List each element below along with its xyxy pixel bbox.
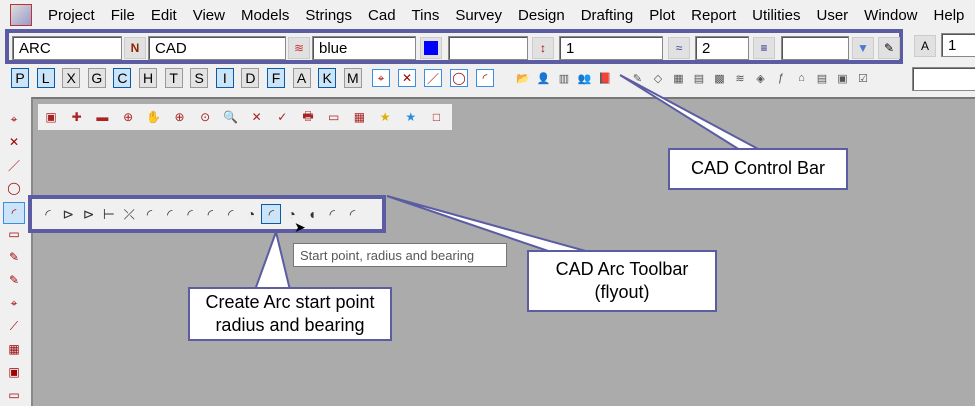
- arc-tool-button[interactable]: ◜: [180, 204, 200, 224]
- callout-create-arc: Create Arc start point radius and bearing: [188, 287, 392, 341]
- arc-tool-button[interactable]: ◜: [343, 204, 363, 224]
- arc-tool-button[interactable]: ⤫: [119, 204, 139, 224]
- arc-tool-button[interactable]: ◜: [322, 204, 342, 224]
- mouse-cursor-icon: ➤: [294, 219, 306, 235]
- cad-arc-toolbar: ◜ ⊳ ⊳ ⊢ ⤫ ◜ ◜ ◜ ◜ ◜ ◔ ◜ ◔ ◖ ◜ ◜ ➤: [28, 195, 386, 235]
- arc-start-radius-bearing-button[interactable]: ◜: [261, 204, 282, 224]
- arc-tool-button[interactable]: ◔: [241, 204, 261, 224]
- tooltip: Start point, radius and bearing: [293, 243, 507, 267]
- arc-tool-button[interactable]: ⊢: [99, 204, 119, 224]
- callout-cad-control-bar: CAD Control Bar: [668, 148, 848, 190]
- callout-text: (flyout): [594, 282, 650, 302]
- callout-cad-arc-toolbar: CAD Arc Toolbar (flyout): [527, 250, 717, 312]
- arc-tool-button[interactable]: ◜: [38, 204, 58, 224]
- callout-text: Create Arc start point: [205, 291, 375, 312]
- arc-tool-button[interactable]: ◜: [160, 204, 180, 224]
- arc-tool-button[interactable]: ⊳: [79, 204, 99, 224]
- arc-tool-button[interactable]: ◜: [200, 204, 220, 224]
- callout-text: radius and bearing: [215, 315, 365, 335]
- callout-text: CAD Arc Toolbar: [555, 258, 689, 279]
- arc-tool-button[interactable]: ◜: [140, 204, 160, 224]
- callout-text: CAD Control Bar: [690, 158, 826, 179]
- arc-tool-button[interactable]: ◜: [221, 204, 241, 224]
- arc-tool-button[interactable]: ⊳: [58, 204, 78, 224]
